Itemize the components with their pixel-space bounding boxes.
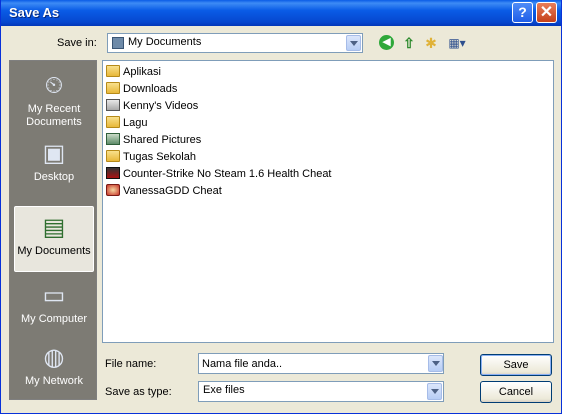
my-computer-icon: ▭ (42, 282, 66, 309)
help-icon: ? (518, 4, 527, 20)
list-item[interactable]: Tugas Sekolah (106, 149, 196, 165)
places-bar: ⏲ My Recent Documents ▣ Desktop ▤ My Doc… (9, 60, 97, 400)
file-name-label: File name: (105, 358, 157, 370)
list-item[interactable]: Downloads (106, 81, 177, 97)
list-item[interactable]: Lagu (106, 115, 147, 131)
folder-icon (106, 65, 120, 77)
place-my-documents[interactable]: ▤ My Documents (14, 206, 94, 272)
save-as-type-dropdown[interactable]: Exe files (198, 381, 444, 402)
place-label: My Network (24, 375, 84, 387)
file-name: VanessaGDD Cheat (123, 185, 222, 197)
pictures-folder-icon (106, 133, 120, 145)
folder-icon (106, 82, 120, 94)
window-title: Save As (9, 5, 60, 20)
new-folder-icon[interactable]: ✱ (422, 35, 440, 51)
list-item[interactable]: Counter-Strike No Steam 1.6 Health Cheat (106, 166, 332, 182)
save-in-value: My Documents (128, 36, 202, 48)
close-icon: ✕ (539, 4, 554, 21)
save-in-dropdown[interactable]: My Documents (107, 33, 363, 53)
list-item[interactable]: Kenny's Videos (106, 98, 198, 114)
my-documents-icon (112, 37, 124, 49)
file-list[interactable]: Aplikasi Downloads Kenny's Videos Lagu S… (102, 60, 554, 343)
folder-icon (106, 116, 120, 128)
my-documents-icon: ▤ (42, 214, 66, 241)
help-button[interactable]: ? (512, 2, 533, 23)
desktop-icon: ▣ (42, 140, 66, 167)
close-button[interactable]: ✕ (536, 2, 557, 23)
place-my-computer[interactable]: ▭ My Computer (14, 275, 94, 341)
file-name: Lagu (123, 117, 148, 129)
file-name-input[interactable] (198, 353, 444, 374)
back-icon[interactable]: ◀ (379, 35, 394, 50)
my-network-icon: ◍ (43, 344, 65, 371)
place-my-recent-documents[interactable]: ⏲ My Recent Documents (14, 65, 94, 131)
list-item[interactable]: Shared Pictures (106, 132, 201, 148)
file-name: Aplikasi (123, 66, 161, 78)
exe-icon (106, 167, 120, 179)
save-button[interactable]: Save (480, 354, 552, 376)
file-name: Counter-Strike No Steam 1.6 Health Cheat (123, 168, 332, 180)
chevron-down-icon[interactable] (346, 35, 361, 51)
up-one-level-icon[interactable]: ⇧ (400, 35, 418, 51)
views-menu-icon[interactable]: ▦▾ (446, 35, 468, 51)
save-as-type-label: Save as type: (105, 386, 172, 398)
place-my-network[interactable]: ◍ My Network (14, 337, 94, 403)
list-item[interactable]: Aplikasi (106, 64, 161, 80)
place-desktop[interactable]: ▣ Desktop (14, 133, 94, 199)
folder-icon (106, 150, 120, 162)
title-bar[interactable]: Save As ? ✕ (1, 0, 561, 26)
list-item[interactable]: VanessaGDD Cheat (106, 183, 222, 199)
file-name: Tugas Sekolah (123, 151, 196, 163)
chevron-down-icon[interactable] (427, 383, 442, 400)
save-as-dialog: Save As ? ✕ Save in: My Documents ◀ ⇧ ✱ … (0, 0, 562, 414)
save-as-type-value: Exe files (203, 384, 245, 396)
save-in-label: Save in: (57, 37, 97, 49)
place-label: My Computer (20, 313, 88, 325)
place-label: My Recent Documents (26, 103, 82, 128)
chevron-down-icon[interactable] (428, 355, 443, 372)
file-name: Kenny's Videos (123, 100, 199, 112)
cancel-button[interactable]: Cancel (480, 381, 552, 403)
video-folder-icon (106, 99, 120, 111)
place-label: Desktop (33, 171, 75, 183)
file-name: Downloads (123, 83, 178, 95)
place-label: My Documents (17, 245, 91, 257)
recent-documents-icon: ⏲ (44, 72, 64, 99)
file-name: Shared Pictures (123, 134, 202, 146)
exe-icon (106, 184, 120, 196)
